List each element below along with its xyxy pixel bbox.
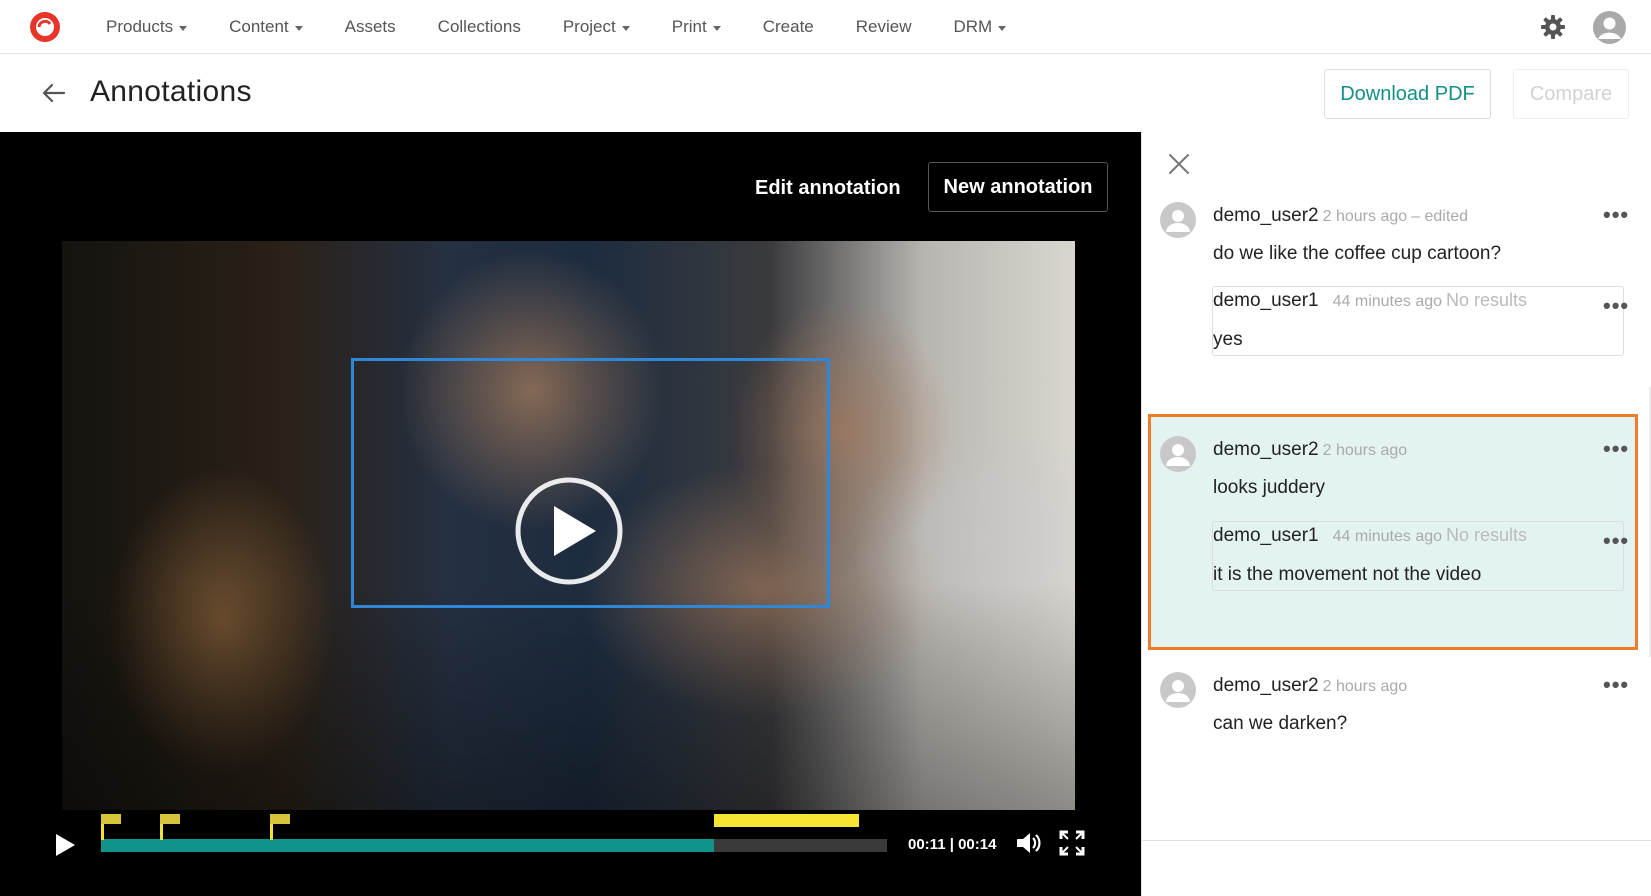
user-avatar-icon <box>1160 672 1196 708</box>
annotation-marker-flag <box>160 814 180 824</box>
chevron-down-icon <box>998 25 1007 31</box>
video-controls: 00:11 | 00:14 <box>0 810 1141 896</box>
comment-author: demo_user2 2 hours ago <box>1213 675 1407 697</box>
nav-collections-label: Collections <box>437 17 521 36</box>
nav-review[interactable]: Review <box>835 17 933 37</box>
nav-assets[interactable]: Assets <box>324 17 417 37</box>
nav-collections[interactable]: Collections <box>417 17 542 37</box>
reply-timestamp: 44 minutes ago <box>1332 528 1443 545</box>
annotation-marker-flag <box>101 814 121 824</box>
comment-text: can we darken? <box>1213 713 1348 734</box>
compare-button[interactable]: Compare <box>1513 69 1629 119</box>
comment-reply[interactable]: demo_user1 44 minutes ago No results ••• y… <box>1212 286 1628 356</box>
timeline-progress <box>101 839 714 852</box>
comment-timestamp: 2 hours ago <box>1322 678 1408 695</box>
reply-author: demo_user1 44 minutes ago No results <box>1213 290 1527 312</box>
reply-status: No results <box>1446 525 1528 545</box>
page-header: Annotations Download PDF Compare <box>0 55 1651 132</box>
reply-text: yes <box>1213 329 1243 350</box>
comment-thread-active[interactable]: demo_user2 2 hours ago ••• looks juddery … <box>1148 414 1638 650</box>
comment-thread[interactable]: demo_user2 2 hours ago ••• can we darken? <box>1148 668 1638 758</box>
download-pdf-button[interactable]: Download PDF <box>1324 69 1491 119</box>
gear-icon[interactable] <box>1540 14 1566 40</box>
more-options-icon[interactable]: ••• <box>1603 293 1629 319</box>
chevron-down-icon <box>294 25 303 31</box>
more-options-icon[interactable]: ••• <box>1603 528 1629 554</box>
nav-products[interactable]: Products <box>85 17 208 37</box>
video-frame[interactable] <box>62 241 1075 810</box>
nav-content[interactable]: Content <box>208 17 324 37</box>
time-display: 00:11 | 00:14 <box>908 836 997 853</box>
nav-drm-label: DRM <box>953 17 993 36</box>
nav-print-label: Print <box>671 17 707 36</box>
comment-edited-flag: – edited <box>1411 208 1469 225</box>
reply-text: it is the movement not the video <box>1213 564 1482 585</box>
comment-author-name: demo_user2 <box>1213 205 1319 226</box>
page-title: Annotations <box>90 75 252 108</box>
reply-timestamp: 44 minutes ago <box>1332 293 1443 310</box>
comment-author: demo_user2 2 hours ago – edited <box>1213 205 1468 227</box>
annotation-range[interactable] <box>714 814 859 827</box>
comment-text: do we like the coffee cup cartoon? <box>1213 243 1502 264</box>
comment-timestamp: 2 hours ago <box>1322 442 1408 459</box>
video-stage: Edit annotation New annotation 00:11 | 0… <box>0 132 1141 896</box>
annotation-marker-flag <box>270 814 290 824</box>
comment-thread[interactable]: demo_user2 2 hours ago – edited ••• do we … <box>1148 198 1638 368</box>
comment-author: demo_user2 2 hours ago <box>1213 439 1407 461</box>
close-icon[interactable] <box>1167 152 1191 176</box>
timeline-track[interactable] <box>101 814 887 852</box>
nav-create[interactable]: Create <box>742 17 835 37</box>
chevron-down-icon <box>712 25 721 31</box>
chevron-down-icon <box>179 25 188 31</box>
user-avatar-icon[interactable] <box>1593 11 1626 44</box>
nav-create-label: Create <box>762 17 814 36</box>
nav-products-label: Products <box>106 17 174 36</box>
annotation-marker[interactable] <box>270 814 290 840</box>
play-icon[interactable] <box>54 833 76 857</box>
comments-panel: demo_user2 2 hours ago – edited ••• do we … <box>1141 132 1651 896</box>
nav-project-label: Project <box>562 17 616 36</box>
reply-status: No results <box>1446 290 1528 310</box>
brand-logo-icon[interactable] <box>28 10 62 44</box>
panel-divider <box>1142 840 1651 841</box>
user-avatar-icon <box>1160 436 1196 472</box>
user-avatar-icon <box>1160 202 1196 238</box>
play-overlay-icon[interactable] <box>514 476 624 586</box>
more-options-icon[interactable]: ••• <box>1603 436 1629 462</box>
reply-author: demo_user1 44 minutes ago No results <box>1213 525 1527 547</box>
nav-drm[interactable]: DRM <box>933 17 1028 37</box>
nav-project[interactable]: Project <box>542 17 651 37</box>
annotation-marker[interactable] <box>160 814 180 840</box>
more-options-icon[interactable]: ••• <box>1603 202 1629 228</box>
main-nav: Products Content Assets Collections Proj… <box>85 0 1027 54</box>
nav-review-label: Review <box>855 17 912 36</box>
nav-print[interactable]: Print <box>651 17 742 37</box>
comment-author-name: demo_user2 <box>1213 439 1319 460</box>
reply-author-name: demo_user1 <box>1213 290 1319 311</box>
annotation-marker[interactable] <box>101 814 121 840</box>
top-navbar: Products Content Assets Collections Proj… <box>0 0 1651 54</box>
comment-timestamp: 2 hours ago <box>1322 208 1408 225</box>
chevron-down-icon <box>621 25 630 31</box>
edit-annotation-link[interactable]: Edit annotation <box>755 177 901 200</box>
volume-icon[interactable] <box>1014 829 1042 857</box>
comment-reply[interactable]: demo_user1 44 minutes ago No results ••• i… <box>1212 521 1628 591</box>
back-arrow-icon[interactable] <box>40 79 68 107</box>
nav-content-label: Content <box>229 17 289 36</box>
comment-author-name: demo_user2 <box>1213 675 1319 696</box>
fullscreen-icon[interactable] <box>1059 830 1085 856</box>
nav-assets-label: Assets <box>344 17 396 36</box>
comment-text: looks juddery <box>1213 477 1325 498</box>
new-annotation-button[interactable]: New annotation <box>928 162 1108 212</box>
more-options-icon[interactable]: ••• <box>1603 672 1629 698</box>
reply-author-name: demo_user1 <box>1213 525 1319 546</box>
